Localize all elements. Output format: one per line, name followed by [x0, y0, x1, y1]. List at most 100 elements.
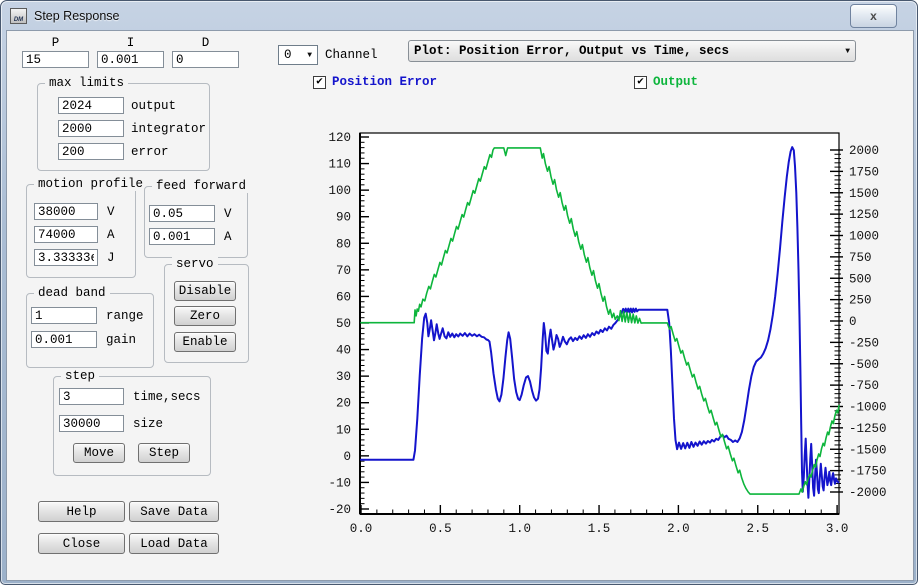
enable-button[interactable]: Enable: [174, 332, 236, 352]
close-icon[interactable]: x: [850, 4, 897, 28]
motion-profile-title: motion profile: [34, 177, 147, 191]
svg-text:-1250: -1250: [849, 422, 887, 436]
close-button[interactable]: Close: [38, 533, 125, 554]
d-field[interactable]: [172, 51, 239, 68]
svg-text:2000: 2000: [849, 144, 879, 158]
svg-text:750: 750: [849, 251, 872, 265]
channel-select[interactable]: 0 ▼: [278, 45, 318, 65]
output-checkbox[interactable]: ✔: [634, 76, 647, 89]
svg-text:120: 120: [328, 131, 351, 145]
range-field[interactable]: [31, 307, 97, 324]
plot-select-value: Plot: Position Error, Output vs Time, se…: [414, 44, 729, 58]
svg-text:10: 10: [336, 423, 351, 437]
motion-a-field[interactable]: [34, 226, 98, 243]
motion-j-label: J: [107, 251, 115, 265]
svg-text:60: 60: [336, 290, 351, 304]
app-window: DM Step Response x P I D 0 ▼ Channel Plo…: [0, 0, 918, 585]
channel-label: Channel: [325, 48, 378, 62]
svg-text:1750: 1750: [849, 165, 879, 179]
step-response-plot: -20-100102030405060708090100110120 -2000…: [301, 121, 901, 551]
help-button[interactable]: Help: [38, 501, 125, 522]
svg-text:2.0: 2.0: [667, 522, 690, 536]
svg-text:0: 0: [849, 315, 857, 329]
range-label: range: [106, 309, 144, 323]
svg-text:-10: -10: [328, 476, 351, 490]
svg-text:-250: -250: [849, 336, 879, 350]
step-time-field[interactable]: [59, 388, 124, 405]
title-bar: DM Step Response: [1, 1, 917, 30]
output-checkbox-label: Output: [653, 75, 698, 89]
motion-a-label: A: [107, 228, 115, 242]
position-error-checkbox[interactable]: ✔: [313, 76, 326, 89]
max-output-field[interactable]: [58, 97, 124, 114]
svg-text:110: 110: [328, 158, 351, 172]
svg-text:-500: -500: [849, 358, 879, 372]
svg-text:-2000: -2000: [849, 486, 887, 500]
svg-text:40: 40: [336, 344, 351, 358]
gain-label: gain: [106, 333, 136, 347]
svg-text:1.0: 1.0: [508, 522, 531, 536]
window-title: Step Response: [34, 9, 119, 23]
step-size-label: size: [133, 417, 163, 431]
svg-text:0.0: 0.0: [350, 522, 373, 536]
ff-v-label: V: [224, 207, 232, 221]
dead-band-title: dead band: [34, 286, 110, 300]
feed-forward-group: feed forward: [144, 186, 248, 258]
p-field[interactable]: [22, 51, 89, 68]
ff-a-field[interactable]: [149, 228, 215, 245]
max-integrator-label: integrator: [131, 122, 206, 136]
load-data-button[interactable]: Load Data: [129, 533, 219, 554]
max-error-label: error: [131, 145, 169, 159]
motion-v-label: V: [107, 205, 115, 219]
gain-field[interactable]: [31, 331, 97, 348]
chevron-down-icon: ▼: [845, 47, 850, 56]
svg-text:2.5: 2.5: [746, 522, 769, 536]
position-error-checkbox-label: Position Error: [332, 75, 437, 89]
svg-text:500: 500: [849, 272, 872, 286]
servo-title: servo: [172, 257, 218, 271]
svg-text:-1500: -1500: [849, 443, 887, 457]
svg-text:0: 0: [343, 450, 351, 464]
svg-text:-1000: -1000: [849, 401, 887, 415]
step-title: step: [61, 369, 99, 383]
svg-text:-20: -20: [328, 503, 351, 517]
svg-text:3.0: 3.0: [826, 522, 849, 536]
svg-text:50: 50: [336, 317, 351, 331]
plot-select[interactable]: Plot: Position Error, Output vs Time, se…: [408, 40, 856, 62]
disable-button[interactable]: Disable: [174, 281, 236, 301]
step-button[interactable]: Step: [138, 443, 190, 463]
client-area: P I D 0 ▼ Channel Plot: Position Error, …: [6, 30, 914, 581]
p-label: P: [22, 36, 89, 50]
save-data-button[interactable]: Save Data: [129, 501, 219, 522]
max-limits-title: max limits: [45, 76, 128, 90]
move-button[interactable]: Move: [73, 443, 125, 463]
i-label: I: [97, 36, 164, 50]
svg-text:90: 90: [336, 211, 351, 225]
ff-v-field[interactable]: [149, 205, 215, 222]
max-integrator-field[interactable]: [58, 120, 124, 137]
feed-forward-title: feed forward: [152, 179, 250, 193]
chevron-down-icon: ▼: [307, 51, 312, 60]
svg-text:1500: 1500: [849, 187, 879, 201]
motion-v-field[interactable]: [34, 203, 98, 220]
max-output-label: output: [131, 99, 176, 113]
i-field[interactable]: [97, 51, 164, 68]
svg-text:70: 70: [336, 264, 351, 278]
d-label: D: [172, 36, 239, 50]
step-size-field[interactable]: [59, 415, 124, 432]
ff-a-label: A: [224, 230, 232, 244]
app-icon-text: DM: [14, 17, 23, 23]
channel-value: 0: [284, 48, 292, 62]
svg-text:30: 30: [336, 370, 351, 384]
svg-text:1000: 1000: [849, 230, 879, 244]
svg-text:100: 100: [328, 184, 351, 198]
svg-text:-1750: -1750: [849, 465, 887, 479]
svg-text:80: 80: [336, 237, 351, 251]
max-error-field[interactable]: [58, 143, 124, 160]
svg-text:0.5: 0.5: [429, 522, 452, 536]
motion-j-field[interactable]: [34, 249, 98, 266]
zero-button[interactable]: Zero: [174, 306, 236, 326]
x-axis: 0.00.51.01.52.02.53.0: [350, 505, 849, 536]
svg-text:1250: 1250: [849, 208, 879, 222]
app-icon: DM: [10, 8, 27, 24]
